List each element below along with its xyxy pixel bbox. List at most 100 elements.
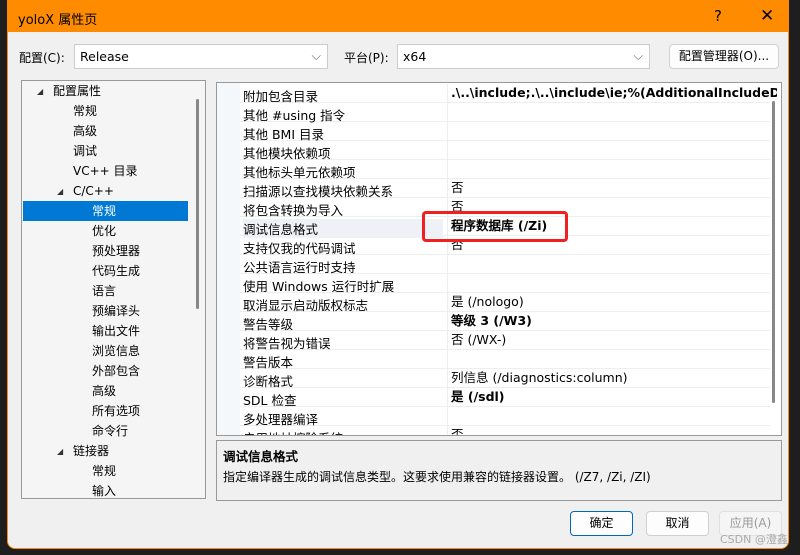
property-row[interactable]: 警告版本 — [240, 350, 770, 370]
window-title: yoloX 属性页 — [18, 13, 98, 28]
property-value[interactable]: 等级 3 (/W3) — [447, 312, 777, 330]
property-row[interactable]: 附加包含目录 .\..\include;.\..\include\ie;%(Add… — [240, 84, 777, 104]
property-row[interactable]: 其他 #using 指令 — [240, 103, 770, 123]
property-row[interactable]: 启用地址擦除系统否 — [240, 426, 770, 435]
grid-gutter — [217, 83, 240, 435]
close-button[interactable]: ✕ — [760, 6, 774, 26]
tree-item-label: 优化 — [92, 224, 117, 238]
expand-arrow-icon[interactable]: ◢ — [57, 182, 63, 202]
watermark: CSDN @澄鑫 — [720, 533, 788, 546]
property-row[interactable]: 扫描源以查找模块依赖关系否 — [240, 179, 770, 199]
highlight-annotation — [422, 211, 568, 242]
tree-item[interactable]: ◢ C/C++ — [23, 181, 188, 201]
tree-item[interactable]: 常规 — [23, 201, 188, 221]
tree-item-label: 外部包含 — [92, 364, 141, 378]
property-value[interactable] — [447, 350, 777, 368]
tree-item[interactable]: 输入 — [23, 481, 188, 498]
property-row[interactable]: 取消显示启动版权标志是 (/nologo) — [240, 293, 770, 313]
tree-item-label: 代码生成 — [92, 264, 141, 278]
tree-item-label: 浏览信息 — [92, 344, 141, 358]
config-manager-button[interactable]: 配置管理器(O)... — [669, 44, 779, 69]
tree-item-label: 语言 — [92, 284, 117, 298]
property-value[interactable]: .\..\include;.\..\include\ie;%(Additiona… — [447, 84, 777, 102]
tree-item-label: 常规 — [92, 464, 117, 478]
tree-item-label: 预处理器 — [92, 244, 141, 258]
config-select[interactable]: Release ⌵ — [74, 44, 328, 69]
tree-item[interactable]: ◢ 配置属性 — [23, 81, 188, 101]
tree-item[interactable]: VC++ 目录 — [23, 161, 188, 181]
tree-item[interactable]: 预处理器 — [23, 241, 188, 261]
property-row[interactable]: 公共语言运行时支持 — [240, 255, 770, 275]
expand-arrow-icon[interactable]: ◢ — [37, 82, 43, 102]
tree-scrollbar[interactable] — [196, 99, 199, 309]
property-value[interactable] — [447, 160, 777, 178]
tree-item-label: 输出文件 — [92, 324, 141, 338]
property-value[interactable]: 否 — [447, 426, 777, 435]
tree-item-label: 常规 — [73, 104, 98, 118]
property-value[interactable] — [447, 255, 777, 273]
platform-value: x64 — [403, 49, 427, 64]
config-value: Release — [80, 49, 129, 64]
tree-item-label: 配置属性 — [53, 84, 102, 98]
property-row[interactable]: 其他模块依赖项 — [240, 141, 770, 161]
tree-item[interactable]: ◢ 链接器 — [23, 441, 188, 461]
tree-item[interactable]: 浏览信息 — [23, 341, 188, 361]
property-value[interactable]: 是 (/sdl) — [447, 388, 777, 406]
category-tree[interactable]: ◢ 配置属性 常规 高级 调试 VC++ 目录 ◢ C/C++ 常规 优化 预处理器 代码生成 语言 预编… — [21, 80, 206, 499]
property-pages-dialog: yoloX 属性页 ? ✕ 配置(C): Release ⌵ 平台(P): x64… — [7, 0, 789, 549]
property-row[interactable]: 诊断格式 列信息 (/diagnostics:column) — [240, 369, 770, 389]
property-value[interactable] — [447, 274, 777, 292]
tree-item[interactable]: 代码生成 — [23, 261, 188, 281]
description-panel: 调试信息格式 指定编译器生成的调试信息类型。这要求使用兼容的链接器设置。 (/Z… — [216, 440, 782, 501]
property-row[interactable]: 其他 BMI 目录 — [240, 122, 770, 142]
tree-item[interactable]: 常规 — [23, 461, 188, 481]
platform-label: 平台(P): — [344, 51, 389, 65]
description-text: 指定编译器生成的调试信息类型。这要求使用兼容的链接器设置。 (/Z7, /Zi,… — [223, 470, 651, 484]
tree-item[interactable]: 所有选项 — [23, 401, 188, 421]
property-value[interactable]: 是 (/nologo) — [447, 293, 777, 311]
tree-item-label: 输入 — [92, 484, 117, 498]
expand-arrow-icon[interactable]: ◢ — [57, 442, 63, 462]
property-row[interactable]: SDL 检查是 (/sdl) — [240, 388, 770, 408]
help-button[interactable]: ? — [714, 7, 722, 25]
ok-button[interactable]: 确定 — [570, 511, 633, 536]
title-bar: yoloX 属性页 ? ✕ — [8, 1, 788, 32]
tree-item[interactable]: 命令行 — [23, 421, 188, 441]
property-value[interactable] — [447, 103, 777, 121]
tree-item[interactable]: 高级 — [23, 121, 188, 141]
tree-item[interactable]: 调试 — [23, 141, 188, 161]
property-row[interactable]: 将警告视为错误否 (/WX-) — [240, 331, 770, 351]
property-value[interactable]: 否 (/WX-) — [447, 331, 777, 349]
cancel-button[interactable]: 取消 — [646, 511, 709, 536]
property-value[interactable] — [447, 122, 777, 140]
tree-item[interactable]: 优化 — [23, 221, 188, 241]
description-title: 调试信息格式 — [223, 449, 299, 464]
property-value[interactable]: 否 — [447, 179, 777, 197]
tree-item[interactable]: 预编译头 — [23, 301, 188, 321]
chevron-down-icon: ⌵ — [633, 48, 643, 63]
tree-item[interactable]: 语言 — [23, 281, 188, 301]
property-row[interactable]: 多处理器编译 — [240, 407, 770, 427]
tree-item-label: 高级 — [73, 124, 98, 138]
property-value[interactable] — [447, 141, 777, 159]
property-value[interactable] — [447, 407, 777, 425]
platform-select[interactable]: x64 ⌵ — [397, 44, 650, 69]
tree-item-label: 预编译头 — [92, 304, 141, 318]
property-value[interactable]: 列信息 (/diagnostics:column) — [447, 369, 777, 387]
tree-item-label: C/C++ — [73, 184, 114, 198]
tree-item[interactable]: 输出文件 — [23, 321, 188, 341]
tree-item-label: VC++ 目录 — [73, 164, 138, 178]
tree-item-label: 调试 — [73, 144, 98, 158]
property-row[interactable]: 使用 Windows 运行时扩展 — [240, 274, 770, 294]
property-row[interactable]: 其他标头单元依赖项 — [240, 160, 770, 180]
property-grid[interactable]: 附加包含目录 .\..\include;.\..\include\ie;%(Add… — [216, 82, 782, 436]
tree-item-label: 常规 — [92, 204, 117, 218]
tree-item[interactable]: 常规 — [23, 101, 188, 121]
tree-item[interactable]: 高级 — [23, 381, 188, 401]
tree-item[interactable]: 外部包含 — [23, 361, 188, 381]
property-name: 启用地址擦除系统 — [243, 428, 443, 435]
property-row[interactable]: 警告等级 等级 3 (/W3) — [240, 312, 770, 332]
tree-item-label: 高级 — [92, 384, 117, 398]
tree-item-label: 所有选项 — [92, 404, 141, 418]
chevron-down-icon: ⌵ — [311, 48, 321, 63]
